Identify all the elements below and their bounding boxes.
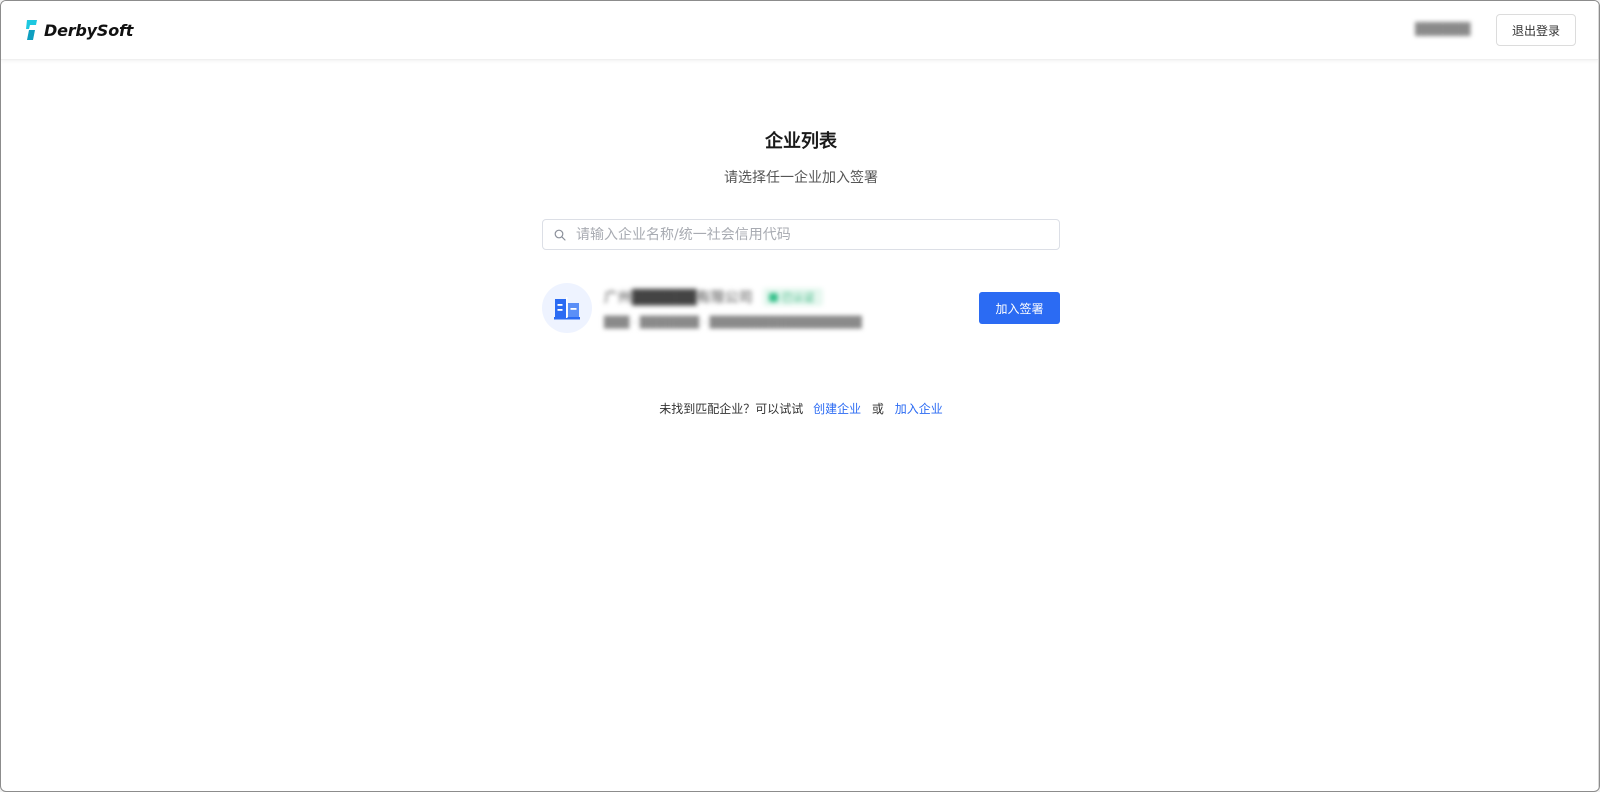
company-meta: ███ · ███████ · ██████████████████	[604, 316, 862, 329]
not-found-hint: 未找到匹配企业？可以试试 创建企业 或 加入企业	[1, 400, 1599, 417]
top-header: DerbySoft ██████ 退出登录	[1, 1, 1599, 60]
hint-or: 或	[871, 402, 884, 416]
user-name[interactable]: ██████	[1415, 22, 1481, 38]
search-input[interactable]	[576, 226, 1059, 243]
company-name-row: 广州██████有限公司 已认证	[604, 287, 823, 307]
hint-text: 未找到匹配企业？可以试试	[659, 402, 804, 416]
derbysoft-logo-icon	[26, 20, 37, 40]
app-window: DerbySoft ██████ 退出登录 企业列表 请选择任一企业加入签署 广…	[0, 0, 1600, 792]
brand-logo[interactable]: DerbySoft	[25, 19, 133, 41]
status-badge: 已认证	[762, 288, 823, 306]
join-company-link[interactable]: 加入企业	[895, 402, 943, 416]
page-subtitle: 请选择任一企业加入签署	[724, 170, 878, 186]
verified-icon	[768, 292, 778, 302]
status-badge-label: 已认证	[781, 291, 815, 304]
company-list-item: 广州██████有限公司 已认证 ███ · ███████ · ███████…	[542, 283, 1060, 335]
search-box[interactable]	[542, 219, 1060, 250]
page-title: 企业列表	[765, 131, 837, 152]
building-icon	[554, 297, 580, 320]
brand-name: DerbySoft	[44, 20, 134, 40]
join-sign-button[interactable]: 加入签署	[979, 292, 1060, 324]
company-name: 广州██████有限公司	[604, 290, 753, 306]
create-company-link[interactable]: 创建企业	[813, 402, 861, 416]
company-avatar	[542, 283, 592, 333]
search-icon	[554, 229, 566, 241]
logout-button[interactable]: 退出登录	[1496, 14, 1576, 46]
